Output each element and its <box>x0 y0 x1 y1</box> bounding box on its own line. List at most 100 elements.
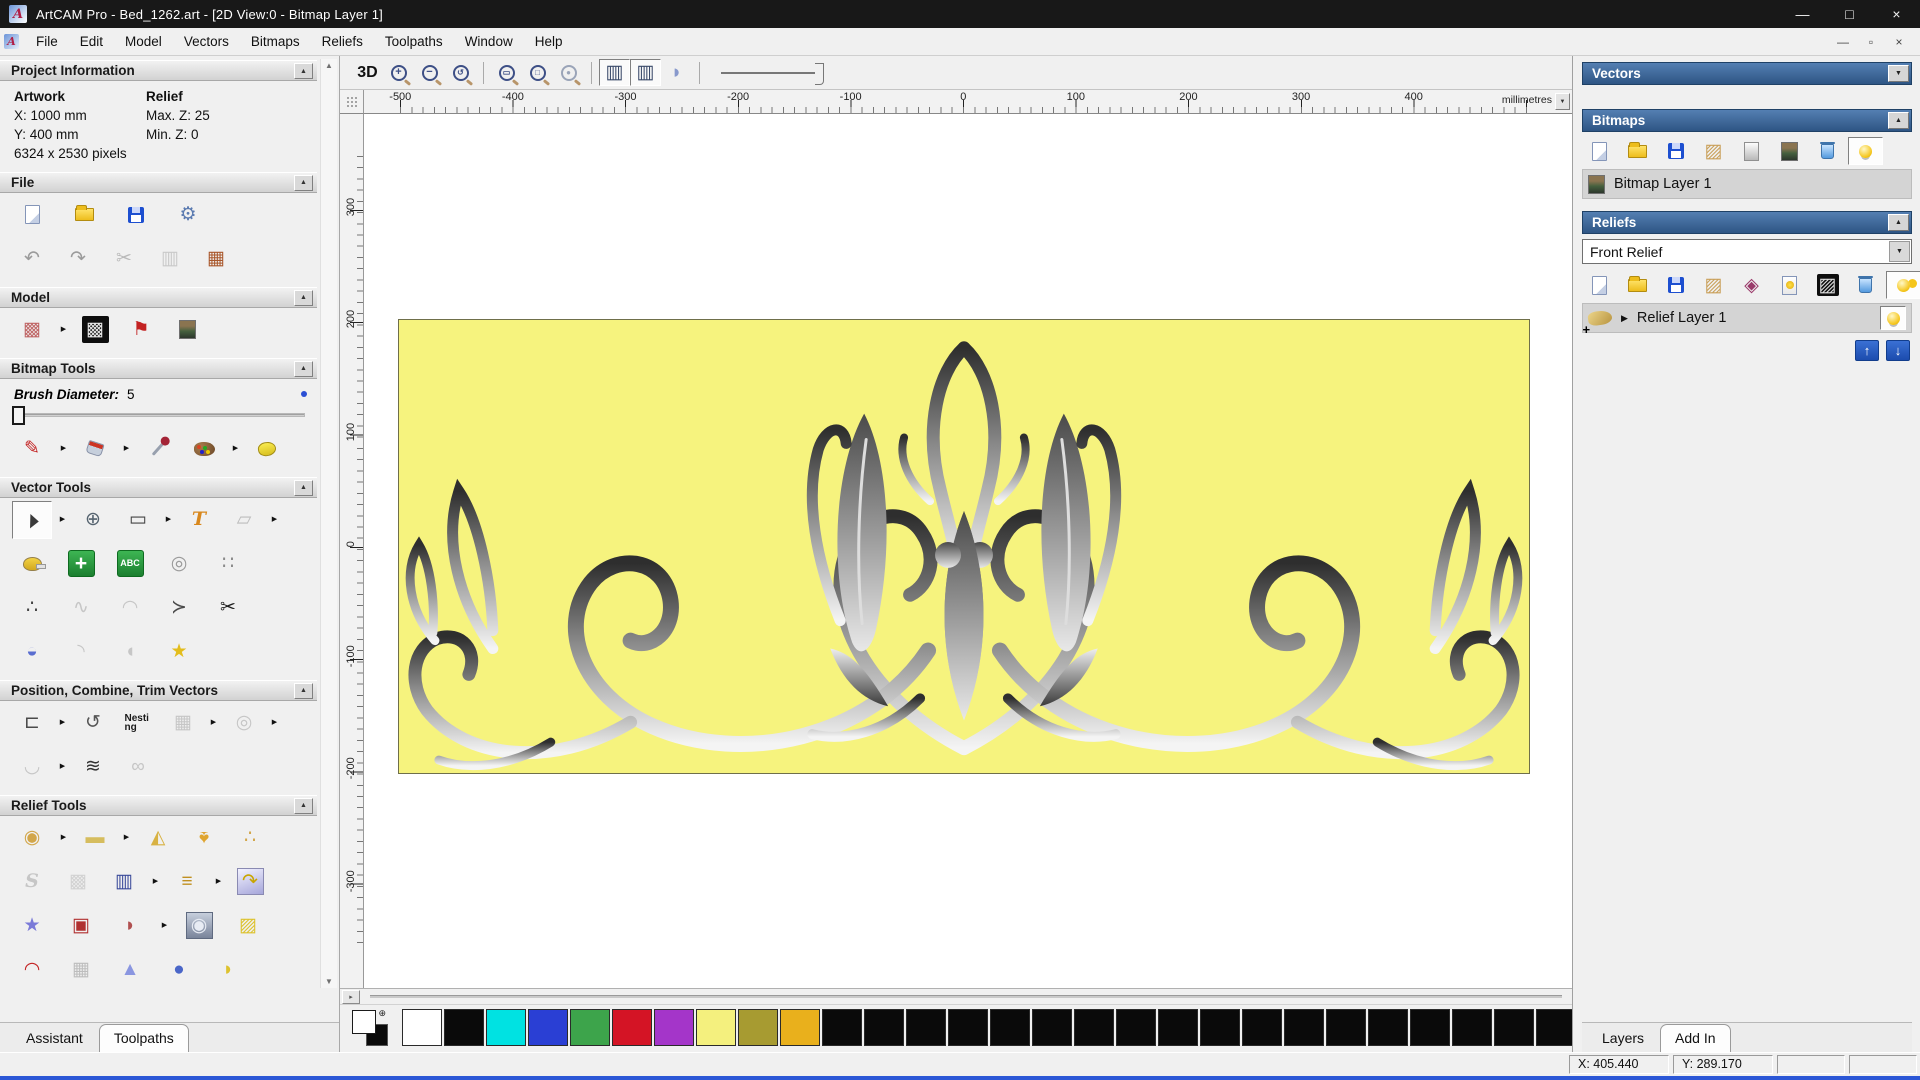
palette-icon[interactable] <box>184 430 224 468</box>
menu-toolpaths[interactable]: Toolpaths <box>374 29 454 54</box>
nesting-icon[interactable]: Nesting <box>118 704 158 742</box>
menu-file[interactable]: File <box>25 29 69 54</box>
star-relief-icon[interactable]: ★ <box>12 907 52 945</box>
slider-track[interactable] <box>23 413 305 418</box>
relief-layer-stack-icon[interactable]: ≡ <box>167 863 207 901</box>
import-bitmap-icon[interactable]: ▨ <box>1696 137 1731 165</box>
create-star-icon[interactable]: ★ <box>159 633 199 671</box>
color-swatch[interactable] <box>654 1009 694 1046</box>
tab-add-in[interactable]: Add In <box>1660 1024 1731 1052</box>
color-swatch[interactable] <box>864 1009 904 1046</box>
color-swatch[interactable] <box>1368 1009 1408 1046</box>
tab-toolpaths[interactable]: Toolpaths <box>98 1024 189 1052</box>
flyout-arrow-icon[interactable]: ▶ <box>121 819 132 857</box>
blank-bitmap-icon[interactable] <box>1734 137 1769 165</box>
relief-clipart-icon[interactable]: ▥ <box>104 863 144 901</box>
color-swatch[interactable] <box>738 1009 778 1046</box>
text-block-icon[interactable]: ABC <box>110 545 150 583</box>
color-swatch[interactable] <box>1116 1009 1156 1046</box>
color-swatch[interactable] <box>1536 1009 1576 1046</box>
flyout-arrow-icon[interactable]: ▶ <box>58 430 69 468</box>
view-3d-button[interactable]: 3D <box>352 59 383 86</box>
slider-thumb[interactable] <box>12 405 25 425</box>
calculate-relief-icon[interactable]: ◉ <box>12 819 52 857</box>
vector-texture-icon[interactable]: ≋ <box>73 748 113 786</box>
preview-relief-icon[interactable]: ◗ <box>661 59 692 86</box>
copy-icon[interactable]: ▥ <box>150 240 190 278</box>
color-swatch[interactable] <box>1410 1009 1450 1046</box>
wrap-text-icon[interactable]: ◎ <box>159 545 199 583</box>
flyout-arrow-icon[interactable]: ▶ <box>121 430 132 468</box>
texture-relief-icon[interactable]: ◠ <box>12 951 52 989</box>
pyramid-relief-icon[interactable]: ▲ <box>110 951 150 989</box>
options-icon[interactable]: ⚙ <box>168 196 208 234</box>
model-artwork[interactable] <box>398 319 1530 774</box>
fan-relief-icon[interactable]: ◗ <box>110 907 150 945</box>
flyout-arrow-icon[interactable]: ▶ <box>150 863 161 901</box>
scroll-left-icon[interactable]: ▸ <box>342 989 360 1004</box>
mdi-close-icon[interactable]: × <box>1886 32 1912 52</box>
collapse-section-icon[interactable]: ▲ <box>294 63 313 79</box>
collapse-section-icon[interactable]: ▲ <box>294 479 313 496</box>
color-swatch[interactable] <box>612 1009 652 1046</box>
color-swatch[interactable] <box>1158 1009 1198 1046</box>
group-vectors-icon[interactable]: ▦ <box>163 704 203 742</box>
zoom-fit-icon[interactable]: □ <box>522 59 553 86</box>
color-swatch[interactable] <box>948 1009 988 1046</box>
colour-picker-icon[interactable] <box>138 430 178 468</box>
color-swatch[interactable] <box>1200 1009 1240 1046</box>
color-swatch[interactable] <box>1326 1009 1366 1046</box>
save-bitmap-icon[interactable] <box>1658 137 1693 165</box>
relief-select-dropdown[interactable]: Front Relief ▼ <box>1582 239 1912 264</box>
spin-profile-icon[interactable]: ◒ <box>12 633 52 671</box>
menu-bitmaps[interactable]: Bitmaps <box>240 29 311 54</box>
node-editing-icon[interactable]: ∴ <box>12 589 52 627</box>
color-swatch[interactable] <box>444 1009 484 1046</box>
flyout-arrow-icon[interactable]: ▶ <box>213 863 224 901</box>
scroll-up-icon[interactable]: ▲ <box>325 61 333 70</box>
collapse-section-icon[interactable]: ▲ <box>1888 214 1909 231</box>
move-layer-up-icon[interactable]: ↑ <box>1855 340 1879 361</box>
menu-model[interactable]: Model <box>114 29 173 54</box>
delete-bitmap-icon[interactable] <box>1810 137 1845 165</box>
flyout-arrow-icon[interactable]: ▶ <box>230 430 241 468</box>
texture-sponge-icon[interactable] <box>247 430 287 468</box>
color-swatch[interactable] <box>528 1009 568 1046</box>
relief-preview-icon[interactable] <box>1772 271 1807 299</box>
zero-plane-icon[interactable]: ▬ <box>75 819 115 857</box>
dropdown-arrow-icon[interactable]: ▼ <box>1889 241 1910 262</box>
zoom-previous-icon[interactable]: ↺ <box>445 59 476 86</box>
flyout-arrow-icon[interactable]: ▶ <box>57 501 68 539</box>
toggle-bitmap-view-icon[interactable]: ▥ <box>599 59 630 86</box>
greyscale-from-relief-icon[interactable]: ▨ <box>1810 271 1845 299</box>
color-swatch[interactable] <box>696 1009 736 1046</box>
canvas-horizontal-scrollbar[interactable]: ▸ <box>340 988 1572 1004</box>
link-colors-icon[interactable]: ⊕ <box>378 1008 386 1019</box>
color-swatch[interactable] <box>906 1009 946 1046</box>
open-model-icon[interactable] <box>64 196 104 234</box>
window-close-icon[interactable]: × <box>1873 0 1920 28</box>
color-swatch[interactable] <box>1284 1009 1324 1046</box>
collapse-section-icon[interactable]: ▲ <box>294 797 313 814</box>
set-model-size-icon[interactable]: ▩ <box>12 311 52 349</box>
transform-vectors-icon[interactable]: ⊕ <box>73 501 113 539</box>
paint-icon[interactable]: ✎ <box>12 430 52 468</box>
interlock-vectors-icon[interactable]: ∞ <box>118 748 158 786</box>
flood-fill-icon[interactable] <box>75 430 115 468</box>
flyout-arrow-icon[interactable]: ▶ <box>159 907 170 945</box>
color-swatch[interactable] <box>822 1009 862 1046</box>
transfer-relief-icon[interactable]: ◈ <box>1734 271 1769 299</box>
sphere-relief-icon[interactable]: ● <box>159 951 199 989</box>
collapse-section-icon[interactable]: ▲ <box>294 289 313 306</box>
redo-icon[interactable]: ↷ <box>58 240 98 278</box>
save-relief-icon[interactable] <box>1658 271 1693 299</box>
menu-edit[interactable]: Edit <box>69 29 114 54</box>
save-model-icon[interactable] <box>116 196 156 234</box>
color-swatch[interactable] <box>1494 1009 1534 1046</box>
trim-vectors-icon[interactable]: ✂ <box>208 589 248 627</box>
bitmap-visibility-icon[interactable] <box>1848 137 1883 165</box>
flyout-arrow-icon[interactable]: ▶ <box>208 704 219 742</box>
lighting-icon[interactable]: ⚑ <box>121 311 161 349</box>
load-image-icon[interactable] <box>167 311 207 349</box>
flyout-arrow-icon[interactable]: ▶ <box>269 704 280 742</box>
